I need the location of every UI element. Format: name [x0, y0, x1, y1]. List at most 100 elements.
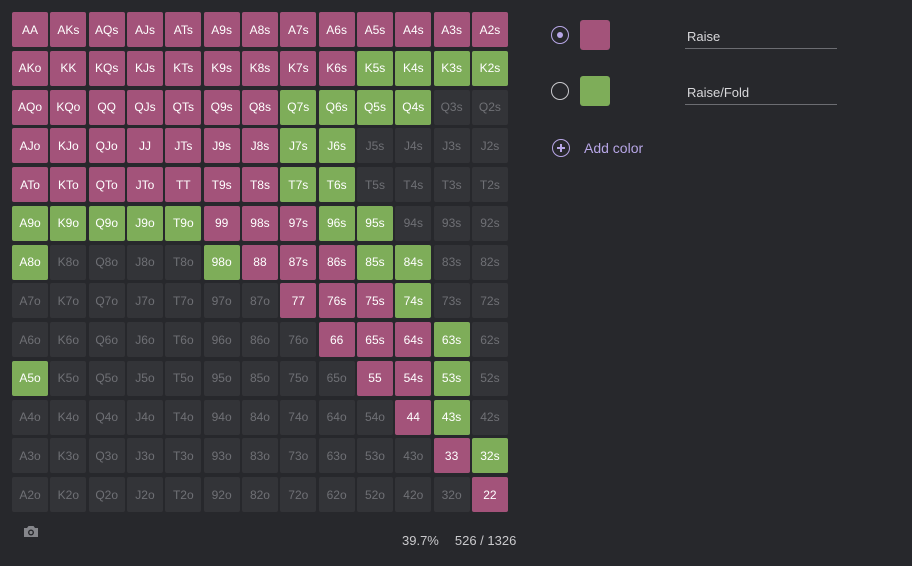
hand-cell[interactable]: T2s	[471, 167, 508, 202]
hand-cell[interactable]: 52s	[471, 360, 508, 396]
hand-cell[interactable]: K3s	[433, 50, 470, 86]
hand-cell[interactable]: 77	[280, 283, 317, 319]
hand-cell[interactable]: Q5s	[356, 89, 393, 125]
hand-cell[interactable]: ATo	[12, 167, 48, 202]
hand-cell[interactable]: 85s	[356, 244, 393, 280]
hand-cell[interactable]: 82o	[241, 477, 278, 512]
hand-cell[interactable]: K2s	[471, 50, 508, 86]
camera-icon[interactable]	[22, 524, 40, 540]
hand-cell[interactable]: AQo	[12, 89, 48, 125]
hand-cell[interactable]: JTo	[126, 167, 163, 202]
hand-cell[interactable]: KK	[50, 50, 87, 86]
hand-cell[interactable]: 87o	[241, 283, 278, 319]
hand-cell[interactable]: 74s	[395, 283, 432, 319]
hand-cell[interactable]: 42s	[471, 399, 508, 435]
hand-cell[interactable]: J5s	[356, 128, 393, 164]
hand-cell[interactable]: 53o	[356, 438, 393, 474]
color-name-input-raise-fold[interactable]	[685, 80, 837, 105]
hand-cell[interactable]: Q4s	[395, 89, 432, 125]
hand-cell[interactable]: QTs	[165, 89, 202, 125]
hand-cell[interactable]: 32o	[433, 477, 470, 512]
hand-cell[interactable]: 43s	[433, 399, 470, 435]
hand-cell[interactable]: A3o	[12, 438, 48, 474]
hand-cell[interactable]: 72s	[471, 283, 508, 319]
hand-cell[interactable]: A5o	[12, 360, 48, 396]
hand-cell[interactable]: JTs	[165, 128, 202, 164]
hand-cell[interactable]: 43o	[395, 438, 432, 474]
hand-cell[interactable]: QJs	[126, 89, 163, 125]
hand-cell[interactable]: 86o	[241, 322, 278, 357]
add-color-button[interactable]: Add color	[552, 137, 643, 159]
hand-cell[interactable]: T5s	[356, 167, 393, 202]
hand-cell[interactable]: Q6o	[88, 322, 125, 357]
hand-cell[interactable]: 54s	[395, 360, 432, 396]
hand-cell[interactable]: 94s	[395, 205, 432, 241]
hand-cell[interactable]: 84o	[241, 399, 278, 435]
hand-cell[interactable]: 95s	[356, 205, 393, 241]
hand-cell[interactable]: Q3o	[88, 438, 125, 474]
hand-cell[interactable]: A8o	[12, 244, 48, 280]
hand-cell[interactable]: AKo	[12, 50, 48, 86]
hand-cell[interactable]: 63s	[433, 322, 470, 357]
hand-cell[interactable]: QTo	[88, 167, 125, 202]
hand-cell[interactable]: T7s	[280, 167, 317, 202]
hand-cell[interactable]: A6o	[12, 322, 48, 357]
hand-cell[interactable]: T2o	[165, 477, 202, 512]
hand-cell[interactable]: K6s	[318, 50, 355, 86]
hand-cell[interactable]: AKs	[50, 12, 87, 47]
hand-cell[interactable]: J6s	[318, 128, 355, 164]
hand-cell[interactable]: Q8o	[88, 244, 125, 280]
hand-cell[interactable]: J3o	[126, 438, 163, 474]
hand-cell[interactable]: T9s	[203, 167, 240, 202]
hand-cell[interactable]: 73o	[280, 438, 317, 474]
hand-cell[interactable]: A4s	[395, 12, 432, 47]
hand-cell[interactable]: A7o	[12, 283, 48, 319]
hand-cell[interactable]: 73s	[433, 283, 470, 319]
hand-cell[interactable]: A3s	[433, 12, 470, 47]
hand-cell[interactable]: T9o	[165, 205, 202, 241]
hand-cell[interactable]: J8s	[241, 128, 278, 164]
hand-cell[interactable]: A2o	[12, 477, 48, 512]
hand-cell[interactable]: T7o	[165, 283, 202, 319]
hand-cell[interactable]: 76o	[280, 322, 317, 357]
hand-cell[interactable]: AQs	[88, 12, 125, 47]
hand-cell[interactable]: 62o	[318, 477, 355, 512]
hand-cell[interactable]: 85o	[241, 360, 278, 396]
hand-cell[interactable]: A7s	[280, 12, 317, 47]
radio-raise[interactable]	[551, 26, 569, 44]
hand-cell[interactable]: 88	[241, 244, 278, 280]
hand-cell[interactable]: 62s	[471, 322, 508, 357]
hand-cell[interactable]: 83s	[433, 244, 470, 280]
hand-cell[interactable]: 55	[356, 360, 393, 396]
hand-cell[interactable]: 75o	[280, 360, 317, 396]
hand-cell[interactable]: 94o	[203, 399, 240, 435]
hand-cell[interactable]: Q7s	[280, 89, 317, 125]
hand-cell[interactable]: AA	[12, 12, 48, 47]
hand-cell[interactable]: 96o	[203, 322, 240, 357]
hand-cell[interactable]: J5o	[126, 360, 163, 396]
hand-cell[interactable]: QQ	[88, 89, 125, 125]
hand-cell[interactable]: 86s	[318, 244, 355, 280]
hand-cell[interactable]: ATs	[165, 12, 202, 47]
hand-cell[interactable]: A9o	[12, 205, 48, 241]
hand-cell[interactable]: T4s	[395, 167, 432, 202]
hand-cell[interactable]: Q8s	[241, 89, 278, 125]
hand-cell[interactable]: 53s	[433, 360, 470, 396]
hand-cell[interactable]: 54o	[356, 399, 393, 435]
hand-cell[interactable]: K5o	[50, 360, 87, 396]
hand-cell[interactable]: J9s	[203, 128, 240, 164]
color-name-input-raise[interactable]	[685, 24, 837, 49]
hand-cell[interactable]: J4o	[126, 399, 163, 435]
hand-cell[interactable]: 76s	[318, 283, 355, 319]
hand-cell[interactable]: 97s	[280, 205, 317, 241]
hand-cell[interactable]: J6o	[126, 322, 163, 357]
hand-cell[interactable]: Q2s	[471, 89, 508, 125]
hand-cell[interactable]: 44	[395, 399, 432, 435]
hand-cell[interactable]: Q6s	[318, 89, 355, 125]
hand-cell[interactable]: AJo	[12, 128, 48, 164]
hand-cell[interactable]: 87s	[280, 244, 317, 280]
hand-cell[interactable]: 74o	[280, 399, 317, 435]
hand-cell[interactable]: 98o	[203, 244, 240, 280]
hand-cell[interactable]: 99	[203, 205, 240, 241]
hand-cell[interactable]: 72o	[280, 477, 317, 512]
